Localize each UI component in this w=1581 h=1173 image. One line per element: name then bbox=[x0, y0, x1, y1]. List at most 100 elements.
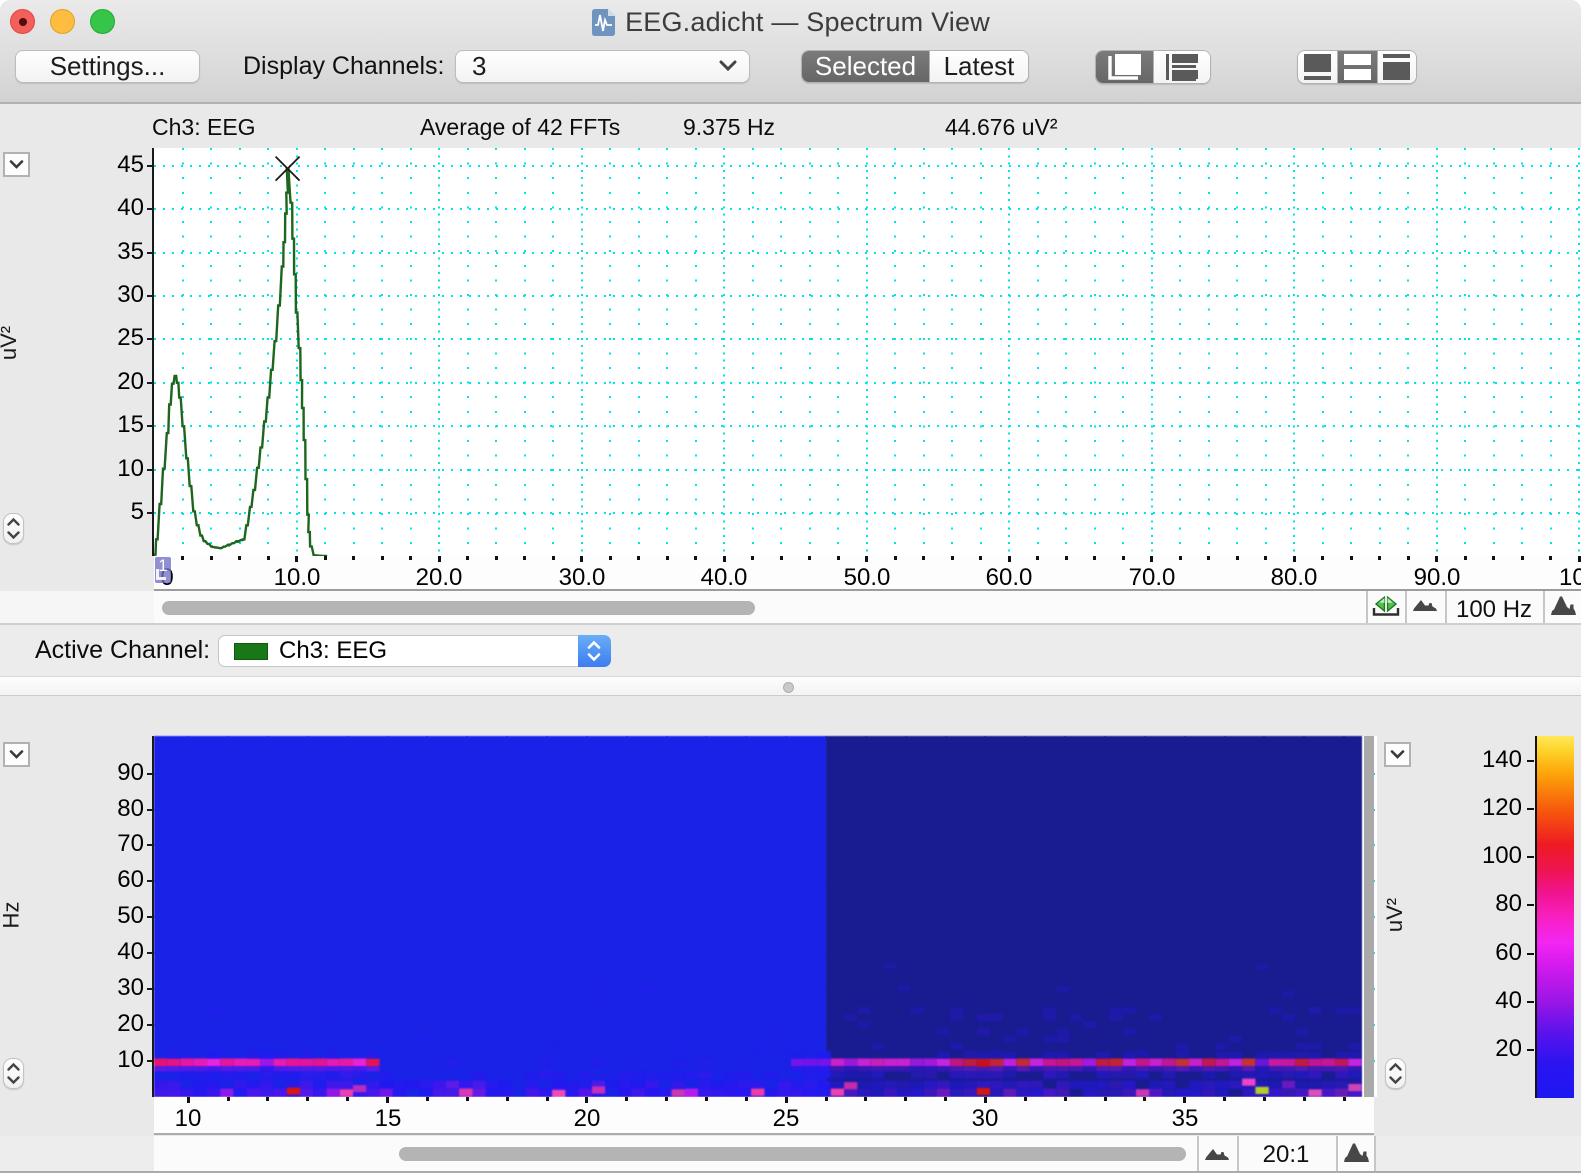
spectrogram-y-tick-label: 70 bbox=[104, 830, 144, 858]
spectrum-x-tick-label: 40.0 bbox=[701, 564, 748, 592]
spectrum-only-button[interactable] bbox=[1298, 51, 1337, 83]
colorbar-tick bbox=[1527, 760, 1534, 762]
spectrum-x-tick bbox=[865, 556, 868, 562]
spectrogram-x-tick bbox=[745, 1097, 748, 1101]
colorbar-tick-label: 60 bbox=[1462, 939, 1522, 967]
spectrum-scroll-thumb[interactable] bbox=[162, 601, 755, 615]
spectrogram-y-tick bbox=[147, 952, 153, 954]
colorbar-tick bbox=[1527, 808, 1534, 810]
spectrum-x-tick bbox=[580, 556, 583, 562]
chevron-up-icon bbox=[7, 1063, 20, 1071]
colorbar-tick bbox=[1527, 1001, 1534, 1003]
spectrogram-x-tick bbox=[825, 1097, 828, 1101]
spectrogram-x-tick bbox=[1064, 1097, 1067, 1101]
spectrum-x-tick-label: 10.0 bbox=[274, 564, 321, 592]
split-view-icon bbox=[1344, 54, 1371, 80]
chevron-down-icon bbox=[7, 1076, 20, 1084]
spectrum-x-tick bbox=[1492, 556, 1495, 560]
list-view-button[interactable] bbox=[1153, 51, 1210, 83]
compress-horizontal-icon[interactable] bbox=[1205, 1147, 1230, 1160]
spectrogram-x-tick bbox=[1223, 1097, 1226, 1101]
control-divider bbox=[1366, 591, 1368, 623]
layout-segmented-control bbox=[1297, 50, 1417, 84]
spectrum-y-tick-label: 5 bbox=[104, 498, 144, 526]
spectrum-x-tick bbox=[1179, 556, 1182, 560]
panel-splitter[interactable] bbox=[0, 676, 1581, 696]
compress-horizontal-icon[interactable] bbox=[1413, 598, 1438, 611]
split-view-button[interactable] bbox=[1337, 51, 1376, 83]
colorbar-tick bbox=[1527, 953, 1534, 955]
settings-button[interactable]: Settings... bbox=[15, 50, 200, 83]
spectrogram-position-bar bbox=[1364, 736, 1374, 1097]
spectrum-y-axis-label: uV² bbox=[0, 326, 22, 360]
spectrum-plot[interactable] bbox=[154, 148, 1581, 556]
spectrum-x-tick bbox=[438, 556, 441, 562]
spectrum-grid-and-curve bbox=[154, 148, 1581, 556]
colorbar-tick bbox=[1527, 1049, 1534, 1051]
display-channels-select[interactable]: 3 bbox=[455, 50, 750, 83]
spectrogram-x-tick bbox=[1303, 1097, 1306, 1101]
autofit-horizontal-icon[interactable] bbox=[1372, 596, 1400, 617]
spectrogram-y-tick bbox=[147, 880, 153, 882]
spectrogram-plot[interactable] bbox=[154, 736, 1377, 1097]
spectrogram-vscale-stepper-right[interactable] bbox=[1385, 1058, 1406, 1089]
spectrum-y-tick bbox=[147, 208, 153, 210]
spectrum-x-tick bbox=[751, 556, 754, 560]
spectrogram-y-tick-label: 30 bbox=[104, 974, 144, 1002]
spectrum-x-tick bbox=[295, 556, 298, 562]
spectrum-y-tick bbox=[147, 382, 153, 384]
window-title-area: EEG.adicht — Spectrum View bbox=[0, 7, 1581, 37]
spectrogram-x-tick bbox=[705, 1097, 708, 1101]
spectrum-x-tick bbox=[723, 556, 726, 562]
spectrogram-heatmap[interactable] bbox=[154, 736, 1362, 1097]
spectrum-x-tick bbox=[837, 556, 840, 560]
spectrum-x-tick bbox=[381, 556, 384, 560]
plot-area-view-button[interactable] bbox=[1096, 51, 1153, 83]
document-icon bbox=[591, 8, 616, 37]
spectrogram-x-tick bbox=[1143, 1097, 1146, 1101]
spectrum-scrollbar-row: 100 Hz bbox=[0, 591, 1581, 625]
chevron-up-icon bbox=[587, 641, 601, 649]
spectrum-x-tick-label: 30.0 bbox=[559, 564, 606, 592]
active-channel-popup[interactable]: Ch3: EEG bbox=[218, 635, 610, 667]
spectrum-x-tick-label: 50.0 bbox=[844, 564, 891, 592]
spectrum-hscale-value[interactable]: 100 Hz bbox=[1456, 596, 1532, 624]
spectrogram-hscale-value[interactable]: 20:1 bbox=[1263, 1141, 1310, 1169]
colorbar-tick-label: 80 bbox=[1462, 890, 1522, 918]
spectrogram-y-tick-label: 90 bbox=[104, 759, 144, 787]
spectrum-only-icon bbox=[1304, 54, 1331, 80]
active-channel-value: Ch3: EEG bbox=[279, 637, 387, 665]
spectrogram-only-button[interactable] bbox=[1377, 51, 1416, 83]
spectrogram-vscale-stepper-left[interactable] bbox=[3, 1058, 24, 1089]
display-channels-label: Display Channels: bbox=[243, 50, 445, 83]
spectrogram-x-tick bbox=[864, 1097, 867, 1101]
spectrogram-scroll-thumb[interactable] bbox=[399, 1147, 1186, 1161]
spectrogram-x-tick bbox=[1343, 1097, 1346, 1101]
spectrogram-x-tick bbox=[1183, 1097, 1186, 1103]
spectrum-frequency: 9.375 Hz bbox=[683, 114, 775, 141]
control-divider bbox=[1237, 1136, 1239, 1171]
spectrogram-options-dropdown-left[interactable] bbox=[3, 742, 30, 767]
segment-selected[interactable]: Selected bbox=[802, 51, 929, 82]
segment-latest[interactable]: Latest bbox=[929, 51, 1028, 82]
chevron-down-icon bbox=[719, 60, 737, 72]
spectrum-options-dropdown[interactable] bbox=[3, 152, 30, 177]
spectrum-x-tick bbox=[922, 556, 925, 560]
spectrogram-y-axis-label: Hz bbox=[0, 902, 24, 929]
spectrogram-options-dropdown-right[interactable] bbox=[1384, 742, 1411, 767]
splitter-handle[interactable] bbox=[783, 682, 794, 693]
spectrum-y-tick-label: 45 bbox=[104, 151, 144, 179]
expand-horizontal-icon[interactable] bbox=[1344, 1142, 1369, 1162]
spectrogram-x-tick bbox=[386, 1097, 389, 1103]
spectrogram-y-tick-label: 80 bbox=[104, 795, 144, 823]
spectrogram-x-tick-label: 20 bbox=[574, 1105, 601, 1133]
spectrum-vscale-stepper[interactable] bbox=[3, 513, 24, 544]
spectrogram-x-tick bbox=[426, 1097, 429, 1101]
expand-horizontal-icon[interactable] bbox=[1551, 595, 1576, 615]
marker-1-badge[interactable]: 1 bbox=[155, 557, 171, 583]
colorbar-tick bbox=[1527, 856, 1534, 858]
active-channel-label: Active Channel: bbox=[35, 625, 210, 676]
spectrum-y-tick bbox=[147, 338, 153, 340]
spectrum-x-tick bbox=[1036, 556, 1039, 560]
spectrum-y-tick bbox=[147, 252, 153, 254]
